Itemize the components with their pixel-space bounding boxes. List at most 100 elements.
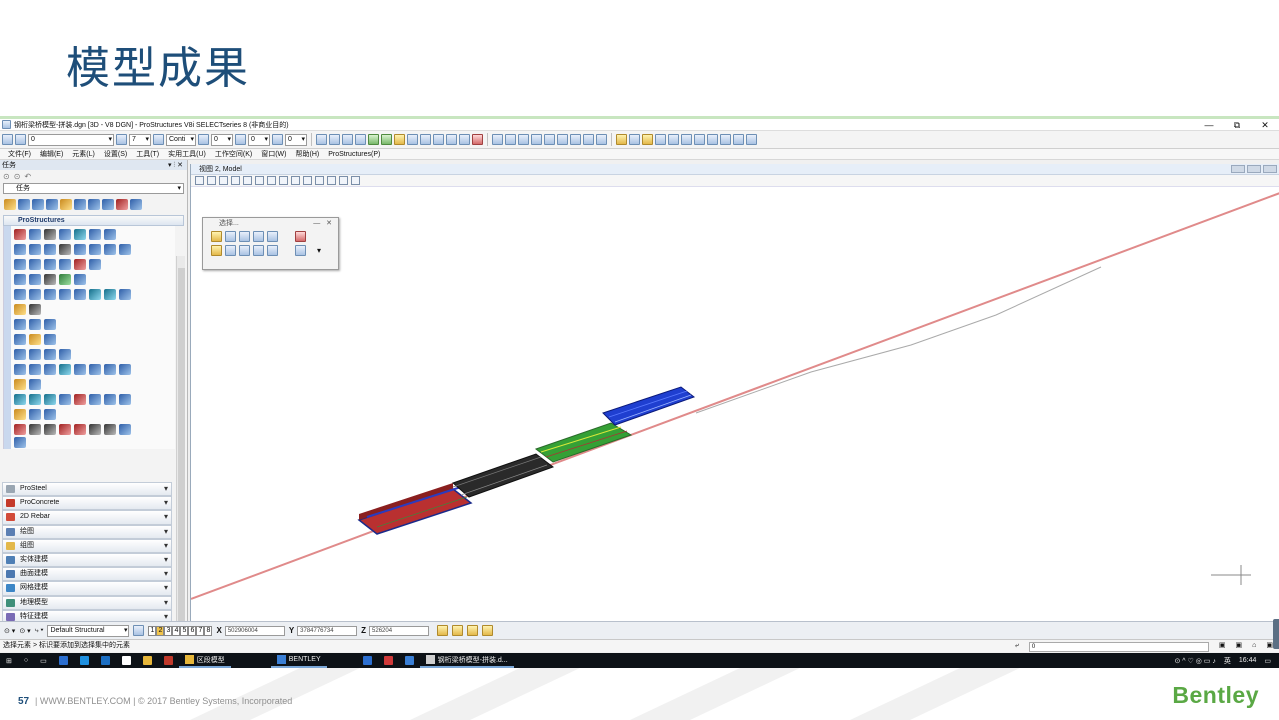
ref-icon[interactable]: ⤷ ▾ — [35, 627, 44, 635]
tool-icon[interactable] — [119, 364, 131, 375]
select-line-icon[interactable] — [267, 230, 278, 242]
message-icon[interactable]: ▣ — [1266, 640, 1273, 652]
color-icon[interactable] — [116, 134, 127, 145]
task-section[interactable]: ProConcrete ▾ — [2, 496, 172, 511]
accudraw-icon[interactable] — [437, 625, 449, 636]
tool-icon[interactable] — [14, 379, 26, 390]
tool-icon[interactable] — [74, 229, 86, 240]
menu-file[interactable]: 文件(F) — [8, 149, 31, 159]
element-selection-icon[interactable] — [2, 134, 13, 145]
app-pin-icon[interactable] — [116, 653, 137, 668]
view-number-button[interactable]: 7 — [196, 625, 205, 636]
tool-icon[interactable] — [89, 394, 101, 405]
tool-icon[interactable] — [119, 424, 131, 435]
tool-icon[interactable] — [89, 259, 101, 270]
taskbar-item-folder[interactable]: 区段模型 — [178, 653, 231, 668]
selection-palette-close-icon[interactable]: — ✕ — [313, 218, 332, 229]
menu-element[interactable]: 元素(L) — [72, 149, 95, 159]
view-attributes-icon[interactable] — [195, 176, 204, 185]
view-number-button[interactable]: 1 — [148, 625, 157, 636]
task-section[interactable]: 2D Rebar ▾ — [2, 510, 172, 525]
view-groups-icon[interactable] — [133, 625, 145, 636]
line-weight-icon[interactable] — [198, 134, 209, 145]
raster-icon[interactable] — [368, 134, 379, 145]
nav-forward-icon[interactable]: ⊙ ▾ — [19, 627, 30, 635]
undo-redo-icon[interactable] — [492, 134, 503, 145]
copy-tool-icon[interactable] — [102, 198, 114, 210]
tool-icon[interactable] — [29, 364, 41, 375]
view-previous-icon[interactable] — [303, 176, 312, 185]
view-number-button[interactable]: 8 — [204, 625, 213, 636]
dimension-tool-icon[interactable] — [74, 198, 86, 210]
x-value[interactable]: 502906004 — [224, 625, 285, 636]
tool-icon[interactable] — [74, 424, 86, 435]
scrollbar-thumb[interactable] — [178, 268, 185, 638]
locks-icon[interactable] — [452, 625, 464, 636]
chevron-down-icon[interactable]: ▾ — [164, 568, 168, 580]
cube-back-icon[interactable] — [570, 134, 581, 145]
tool-icon[interactable] — [14, 349, 26, 360]
app-pin-icon[interactable] — [399, 653, 420, 668]
display-style-icon[interactable] — [207, 176, 216, 185]
select-all-icon[interactable] — [267, 244, 278, 256]
snap-mode-icon[interactable] — [616, 134, 627, 145]
chevron-down-icon[interactable]: ▾ — [317, 246, 321, 255]
select-circle-icon[interactable] — [253, 230, 264, 242]
menu-edit[interactable]: 编辑(E) — [40, 149, 63, 159]
view-number-button[interactable]: 5 — [180, 625, 189, 636]
tool-icon[interactable] — [14, 319, 26, 330]
line-style-icon[interactable] — [153, 134, 164, 145]
tool-icon[interactable] — [74, 394, 86, 405]
app-pin-icon[interactable] — [74, 653, 95, 668]
tool-icon[interactable] — [44, 394, 56, 405]
task-section[interactable]: ProSteel ▾ — [2, 482, 172, 497]
view-close-button[interactable] — [1263, 165, 1277, 173]
tool-icon[interactable] — [44, 319, 56, 330]
point-tool-icon[interactable] — [60, 198, 72, 210]
explorer-icon[interactable] — [137, 653, 158, 668]
tool-icon[interactable] — [104, 289, 116, 300]
tool-icon[interactable] — [14, 364, 26, 375]
tool-icon[interactable] — [89, 244, 101, 255]
move-tool-icon[interactable] — [130, 198, 142, 210]
tool-icon[interactable] — [44, 409, 56, 420]
cube-rotate-icon[interactable] — [596, 134, 607, 145]
tool-icon[interactable] — [29, 409, 41, 420]
cube-right-icon[interactable] — [531, 134, 542, 145]
rotate-view-icon[interactable] — [279, 176, 288, 185]
tool-icon[interactable] — [29, 229, 41, 240]
history-icon[interactable]: ↶ — [24, 172, 31, 181]
measure-tool-icon[interactable] — [88, 198, 100, 210]
tool-icon[interactable] — [119, 244, 131, 255]
windows-start-icon[interactable]: ⊞ — [0, 653, 18, 668]
pan-view-icon[interactable] — [291, 176, 300, 185]
model-canvas[interactable]: 选择... — ✕ ▾ — [190, 187, 1279, 621]
invert-selection-icon[interactable] — [253, 244, 264, 256]
tool-icon[interactable] — [29, 244, 41, 255]
snap-bisector-icon[interactable] — [694, 134, 705, 145]
tool-icon[interactable] — [89, 229, 101, 240]
close-button[interactable]: ✕ — [1251, 119, 1279, 131]
active-level-field[interactable]: 0 — [1028, 641, 1209, 652]
tool-icon[interactable] — [74, 274, 86, 285]
tool-icon[interactable] — [59, 244, 71, 255]
tool-icon[interactable] — [14, 304, 26, 315]
tool-icon[interactable] — [44, 334, 56, 345]
delete-tool-icon[interactable] — [116, 198, 128, 210]
minimize-button[interactable]: — — [1195, 119, 1223, 131]
snap-settings-icon[interactable] — [746, 134, 757, 145]
z-value[interactable]: 526204 — [369, 625, 430, 636]
tool-icon[interactable] — [14, 409, 26, 420]
chevron-down-icon[interactable]: ▾ — [164, 497, 168, 509]
tool-icon[interactable] — [104, 229, 116, 240]
search-icon[interactable]: ○ — [18, 653, 34, 668]
taskbar-item-bentley[interactable]: BENTLEY — [270, 653, 327, 668]
level-combo[interactable]: 0 — [28, 133, 114, 146]
selection-options-icon[interactable] — [295, 244, 306, 256]
task-panel-scrollbar[interactable] — [176, 256, 185, 656]
standard-views-icon[interactable] — [351, 176, 360, 185]
tool-icon[interactable] — [44, 349, 56, 360]
tool-icon[interactable] — [59, 424, 71, 435]
view-number-button[interactable]: 2 — [156, 625, 165, 636]
color-combo[interactable]: 7 — [129, 133, 151, 146]
